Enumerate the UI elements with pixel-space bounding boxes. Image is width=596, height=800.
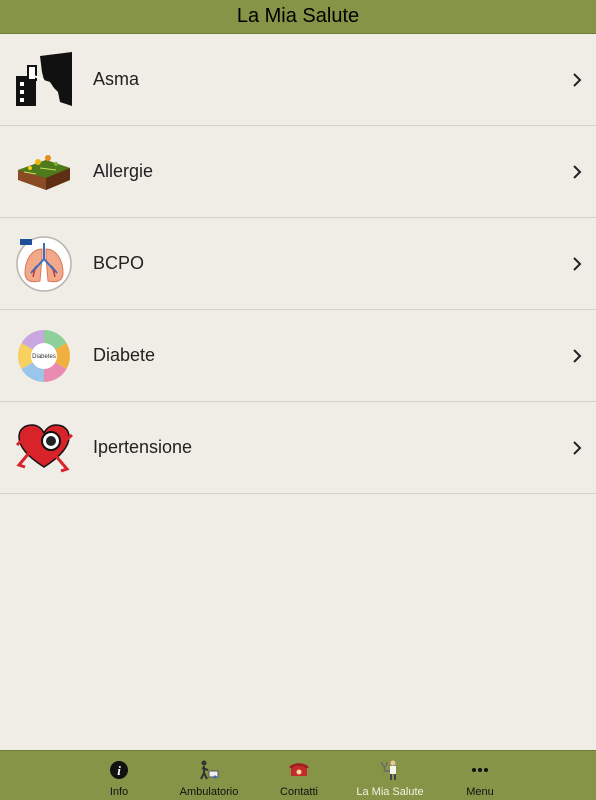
list-item-asma[interactable]: Asma <box>0 34 596 126</box>
chevron-right-icon <box>573 164 582 179</box>
info-icon: i <box>108 760 130 780</box>
list-item-label: BCPO <box>93 253 145 273</box>
tab-label: Contatti <box>280 786 318 798</box>
tab-label: Menu <box>466 786 494 798</box>
allergy-soil-icon <box>14 142 74 202</box>
chevron-right-icon <box>573 256 582 271</box>
list-item-label: Ipertensione <box>93 437 193 457</box>
tab-contatti[interactable]: Contatti <box>259 751 339 800</box>
more-dots-icon <box>469 760 491 780</box>
bottom-tab-bar: i Info Ambulatorio Contatti La Mia Salut… <box>0 750 596 800</box>
list-item-label: Allergie <box>93 161 154 181</box>
chevron-right-icon <box>573 440 582 455</box>
health-topics-list: Asma Allergie BCPO Diabetes Diabete Iper… <box>0 34 596 494</box>
list-item-allergie[interactable]: Allergie <box>0 126 596 218</box>
running-heart-icon <box>14 418 74 478</box>
tab-label: Info <box>109 786 129 798</box>
diabetes-badge-text: Diabetes <box>32 354 56 360</box>
list-item-ipertensione[interactable]: Ipertensione <box>0 402 596 494</box>
ambulatory-icon <box>198 760 220 780</box>
chevron-right-icon <box>573 72 582 87</box>
diabetes-wheel-icon: Diabetes <box>14 326 74 386</box>
tab-ambulatorio[interactable]: Ambulatorio <box>169 751 249 800</box>
list-item-label: Diabete <box>93 345 156 365</box>
doctor-icon <box>379 760 401 780</box>
tab-la-mia-salute[interactable]: La Mia Salute <box>350 751 430 800</box>
telephone-icon <box>288 760 310 780</box>
list-item-bcpo[interactable]: BCPO <box>0 218 596 310</box>
list-item-diabete[interactable]: Diabetes Diabete <box>0 310 596 402</box>
tab-label: La Mia Salute <box>356 786 424 798</box>
tab-label: Ambulatorio <box>179 786 239 798</box>
page-title: La Mia Salute <box>236 5 360 27</box>
list-item-label: Asma <box>93 69 140 89</box>
lungs-icon <box>14 234 74 294</box>
asthma-inhaler-icon <box>14 50 74 110</box>
tab-menu[interactable]: Menu <box>440 751 520 800</box>
svg-text:i: i <box>117 763 121 778</box>
chevron-right-icon <box>573 348 582 363</box>
tab-info[interactable]: i Info <box>79 751 159 800</box>
top-navigation-bar: La Mia Salute <box>0 0 596 34</box>
